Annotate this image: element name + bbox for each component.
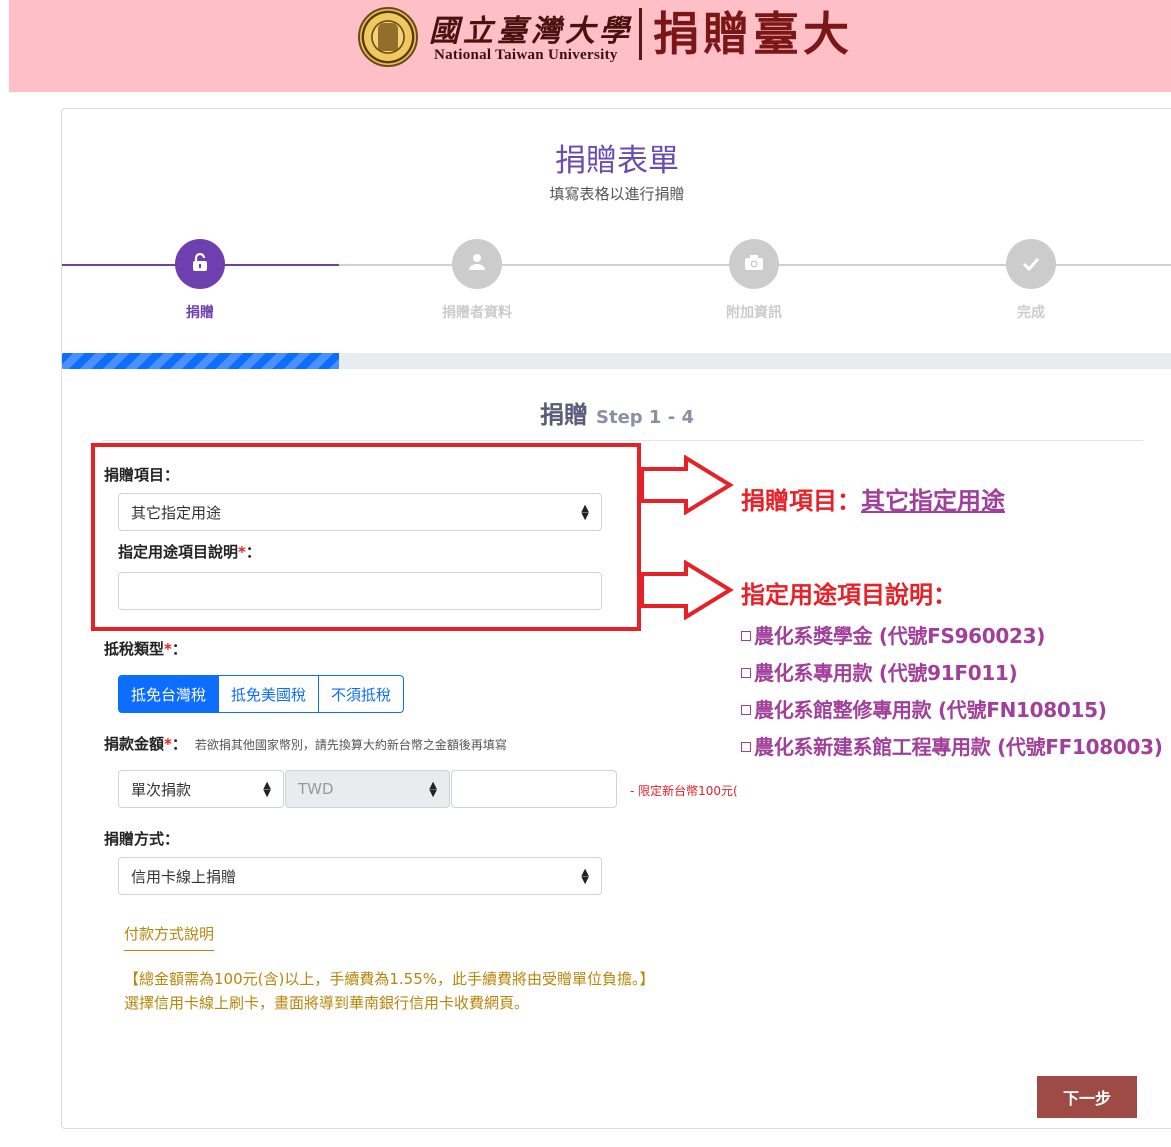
select-arrows-icon: ▲ ▼ bbox=[581, 503, 589, 522]
user-icon bbox=[468, 252, 486, 276]
step-3-label: 附加資訊 bbox=[726, 305, 782, 321]
annotation-code-list: 農化系獎學金 (代號FS960023) 農化系專用款 (代號91F011) 農化… bbox=[741, 620, 1163, 768]
annotation-code-item: 農化系新建系館工程專用款 (代號FF108003) bbox=[741, 731, 1163, 768]
step-3-circle[interactable] bbox=[729, 239, 779, 289]
annotation-desc-heading: 指定用途項目說明： bbox=[741, 581, 957, 609]
step-2-label: 捐贈者資料 bbox=[442, 305, 512, 321]
form-title: 捐贈表單 bbox=[555, 143, 679, 179]
next-button[interactable]: 下一步 bbox=[1037, 1076, 1137, 1118]
heading-divider bbox=[102, 440, 1143, 441]
payment-note: 【總金額需為100元(含)以上，手續費為1.55%，此手續費將由受贈單位負擔。】… bbox=[124, 967, 655, 1015]
site-header: 國立臺灣大學 National Taiwan University 捐贈臺大 bbox=[9, 0, 1171, 92]
annotation-donation-item: 捐贈項目：其它指定用途 bbox=[741, 487, 1005, 515]
form-progress-bar bbox=[62, 353, 339, 369]
annotation-arrow-1 bbox=[640, 455, 734, 515]
donation-item-value: 其它指定用途 bbox=[131, 503, 222, 522]
payment-note-line-1: 【總金額需為100元(含)以上，手續費為1.55%，此手續費將由受贈單位負擔。】 bbox=[124, 970, 655, 988]
donation-item-label: 捐贈項目： bbox=[104, 466, 180, 484]
amount-input[interactable] bbox=[451, 770, 617, 808]
step-heading-title: 捐贈 bbox=[540, 401, 588, 429]
currency-select: TWD ▲ ▼ bbox=[285, 770, 450, 808]
designated-desc-label: 指定用途項目說明*： bbox=[118, 543, 261, 561]
select-arrows-icon: ▲ ▼ bbox=[429, 780, 437, 799]
annotation-code-item: 農化系獎學金 (代號FS960023) bbox=[741, 620, 1163, 657]
checkbox-icon bbox=[741, 668, 751, 678]
annotation-code-item: 農化系專用款 (代號91F011) bbox=[741, 657, 1163, 694]
checkbox-icon bbox=[741, 705, 751, 715]
step-4-circle[interactable] bbox=[1006, 239, 1056, 289]
university-name-en: National Taiwan University bbox=[434, 47, 618, 63]
check-icon bbox=[1022, 252, 1040, 276]
annotation-arrow-2 bbox=[640, 560, 734, 620]
tax-option-us[interactable]: 抵免美國稅 bbox=[218, 675, 320, 713]
amount-limit-note: - 限定新台幣100元( bbox=[630, 784, 738, 798]
donation-method-select[interactable]: 信用卡線上捐贈 ▲ ▼ bbox=[118, 857, 602, 895]
step-4-label: 完成 bbox=[1017, 305, 1045, 321]
university-name-cn: 國立臺灣大學 bbox=[429, 14, 633, 49]
donation-item-select[interactable]: 其它指定用途 ▲ ▼ bbox=[118, 493, 602, 531]
unlock-icon bbox=[192, 252, 208, 276]
checkbox-icon bbox=[741, 742, 751, 752]
camera-icon bbox=[744, 252, 764, 276]
step-counter: Step 1 - 4 bbox=[596, 407, 694, 428]
step-heading: 捐贈 Step 1 - 4 bbox=[62, 395, 1171, 430]
donation-method-label: 捐贈方式： bbox=[104, 830, 180, 848]
donation-form-card: 捐贈表單 填寫表格以進行捐贈 捐贈 捐贈者資料 附加資訊 完成 捐贈 Step 1… bbox=[61, 108, 1171, 1129]
tax-type-label: 抵稅類型*： bbox=[104, 640, 187, 658]
tax-option-none[interactable]: 不須抵稅 bbox=[318, 675, 405, 713]
form-subtitle: 填寫表格以進行捐贈 bbox=[549, 185, 685, 203]
payment-info-link[interactable]: 付款方式說明 bbox=[124, 923, 215, 951]
select-arrows-icon: ▲ ▼ bbox=[263, 780, 271, 799]
form-progress-track bbox=[62, 353, 1171, 369]
select-arrows-icon: ▲ ▼ bbox=[581, 867, 589, 886]
tax-type-options: 抵免台灣稅 抵免美國稅 不須抵稅 bbox=[118, 675, 405, 713]
annotation-code-item: 農化系館整修專用款 (代號FN108015) bbox=[741, 694, 1163, 731]
amount-label: 捐款金額*： 若欲捐其他國家幣別，請先換算大約新台幣之金額後再填寫 bbox=[104, 735, 507, 753]
tax-option-taiwan[interactable]: 抵免台灣稅 bbox=[118, 675, 220, 713]
header-divider bbox=[639, 8, 642, 60]
amount-hint: 若欲捐其他國家幣別，請先換算大約新台幣之金額後再填寫 bbox=[194, 738, 507, 752]
ntu-seal-logo bbox=[358, 7, 418, 67]
payment-note-line-2: 選擇信用卡線上刷卡，畫面將導到華南銀行信用卡收費網頁。 bbox=[124, 994, 530, 1012]
step-1-label: 捐贈 bbox=[186, 305, 214, 321]
step-2-circle[interactable] bbox=[452, 239, 502, 289]
donation-frequency-select[interactable]: 單次捐款 ▲ ▼ bbox=[118, 770, 284, 808]
step-1-circle[interactable] bbox=[175, 239, 225, 289]
site-title: 捐贈臺大 bbox=[653, 7, 853, 61]
checkbox-icon bbox=[741, 631, 751, 641]
designated-desc-input[interactable] bbox=[118, 572, 602, 610]
